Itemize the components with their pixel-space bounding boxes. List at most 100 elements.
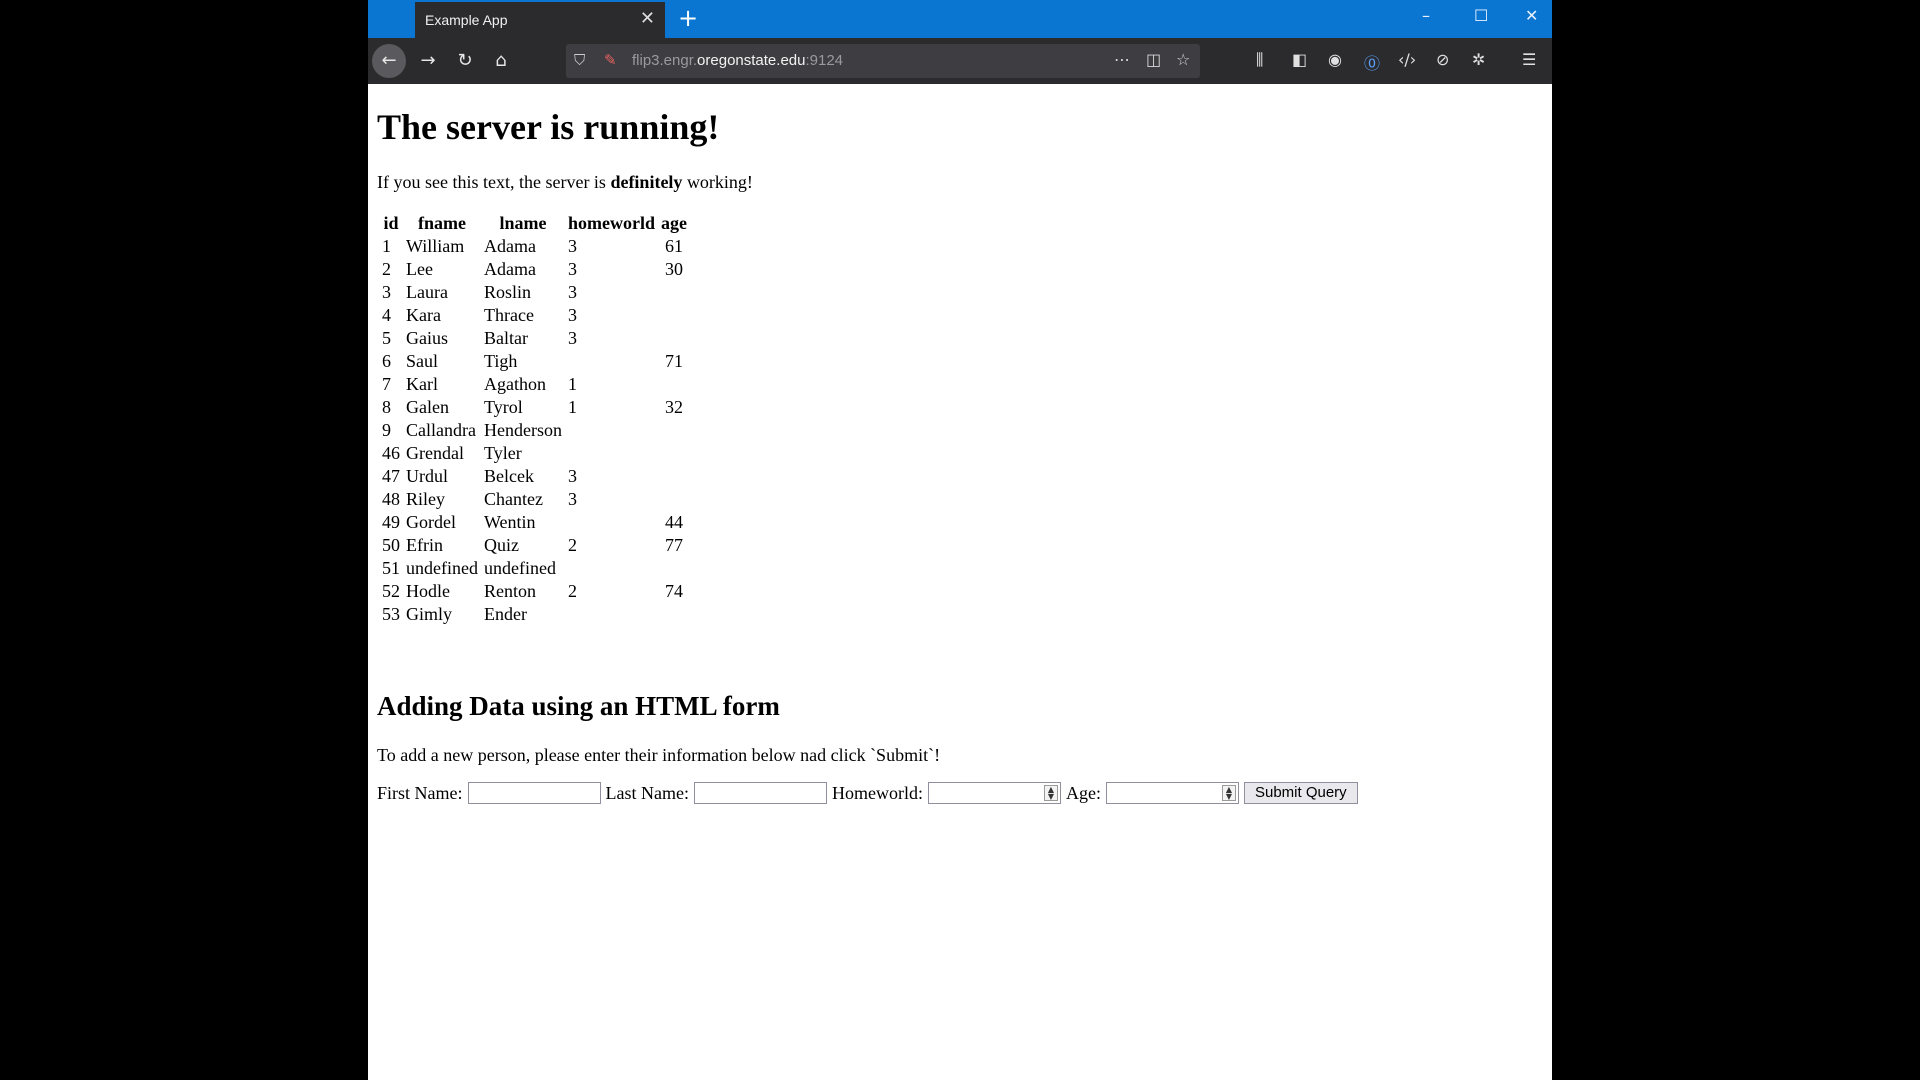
cell-fname: Urdul xyxy=(406,466,448,486)
arrow-right-icon[interactable]: → xyxy=(413,46,443,76)
cell-lname: Quiz xyxy=(483,535,519,555)
table-row: 51 undefined undefined xyxy=(380,558,689,579)
table-row: 53 Gimly Ender xyxy=(380,604,689,625)
table-row: 4 Kara Thrace 3 xyxy=(380,305,689,326)
cell-age xyxy=(659,420,689,441)
cell-fname: undefined xyxy=(406,558,478,578)
cell-id: 52 xyxy=(382,581,400,601)
minimize-icon[interactable]: – xyxy=(1422,6,1430,25)
cell-lname: Wentin xyxy=(483,512,536,532)
cell-lname: Belcek xyxy=(483,466,534,486)
arrow-left-icon[interactable]: ← xyxy=(372,44,406,78)
cell-lname: Roslin xyxy=(483,282,531,302)
age-number-input[interactable]: ▲ ▼ xyxy=(1105,782,1239,804)
cell-id: 51 xyxy=(382,558,400,578)
cell-lname: Thrace xyxy=(483,305,534,325)
submit-button[interactable]: Submit Query xyxy=(1243,782,1358,804)
browser-window: Example App ✕ + – ☐ ✕ ← → ↻ ⌂ ⛉ ✎ flip3.… xyxy=(368,0,1552,1080)
more-dots-icon[interactable]: ⋯ xyxy=(1114,50,1130,69)
new-tab-button[interactable]: + xyxy=(678,4,698,32)
cell-id: 3 xyxy=(382,282,391,302)
cell-homeworld xyxy=(566,443,657,464)
account-icon[interactable]: ◉ xyxy=(1328,50,1342,69)
table-row: 6 Saul Tigh 71 xyxy=(380,351,689,372)
cell-id: 47 xyxy=(382,466,400,486)
cell-age: 74 xyxy=(664,581,683,601)
navigation-toolbar: ← → ↻ ⌂ ⛉ ✎ flip3.engr.oregonstate.edu:9… xyxy=(368,38,1552,84)
cell-homeworld xyxy=(566,604,657,625)
reload-icon[interactable]: ↻ xyxy=(450,46,480,76)
cell-fname: Lee xyxy=(406,259,433,279)
homeworld-number-input[interactable]: ▲ ▼ xyxy=(927,782,1061,804)
cell-lname: Agathon xyxy=(483,374,546,394)
cell-age: 44 xyxy=(664,512,683,532)
cell-homeworld: 3 xyxy=(567,466,577,486)
table-row: 9 Callandra Henderson xyxy=(380,420,689,441)
extension-icon[interactable]: ⊘ xyxy=(1436,50,1449,69)
intro-emphasis: definitely xyxy=(610,172,683,192)
cell-age xyxy=(659,489,689,510)
homeworld-label: Homeworld: xyxy=(831,782,923,803)
cell-fname: Grendal xyxy=(406,443,464,463)
cell-age xyxy=(659,305,689,326)
cell-id: 50 xyxy=(382,535,400,555)
cell-homeworld: 3 xyxy=(567,305,577,325)
cell-homeworld: 3 xyxy=(567,259,577,279)
close-window-icon[interactable]: ✕ xyxy=(1525,6,1538,25)
column-header-age: age xyxy=(660,213,687,233)
cell-lname: Ender xyxy=(483,604,527,624)
cell-fname: Saul xyxy=(406,351,439,371)
cell-homeworld xyxy=(566,351,657,372)
cell-age: 77 xyxy=(664,535,683,555)
close-tab-icon[interactable]: ✕ xyxy=(640,8,655,29)
sidebar-icon[interactable]: ◧ xyxy=(1292,50,1307,69)
cell-fname: Kara xyxy=(406,305,441,325)
shield-icon[interactable]: ⛉ xyxy=(574,51,585,69)
url-text[interactable]: flip3.engr.oregonstate.edu:9124 xyxy=(632,52,843,69)
cell-homeworld xyxy=(566,512,657,533)
column-header-homeworld: homeworld xyxy=(567,213,655,233)
cell-age xyxy=(659,443,689,464)
table-row: 8 Galen Tyrol 1 32 xyxy=(380,397,689,418)
cell-id: 2 xyxy=(382,259,391,279)
library-icon[interactable]: ⫼ xyxy=(1256,50,1263,70)
table-row: 49 Gordel Wentin 44 xyxy=(380,512,689,533)
settings-gear-icon[interactable]: ✲ xyxy=(1472,50,1485,69)
password-manager-icon[interactable]: ⓪ xyxy=(1364,50,1380,74)
last-name-input[interactable] xyxy=(693,782,827,804)
first-name-label: First Name: xyxy=(377,782,463,803)
cell-id: 48 xyxy=(382,489,400,509)
cell-homeworld: 1 xyxy=(567,397,577,417)
hamburger-menu-icon[interactable]: ☰ xyxy=(1522,50,1536,69)
first-name-input[interactable] xyxy=(467,782,601,804)
home-icon[interactable]: ⌂ xyxy=(486,46,516,76)
table-row: 5 Gaius Baltar 3 xyxy=(380,328,689,349)
cell-fname: Hodle xyxy=(406,581,450,601)
add-person-form: First Name: Last Name: Homeworld: ▲ ▼ Age… xyxy=(377,782,1358,804)
cell-age xyxy=(659,558,689,579)
cell-id: 53 xyxy=(382,604,400,624)
star-icon[interactable]: ☆ xyxy=(1176,50,1190,69)
tab-strip: Example App ✕ + – ☐ ✕ xyxy=(368,0,1552,38)
url-bar[interactable]: ⛉ ✎ flip3.engr.oregonstate.edu:9124 ⋯ ◫ … xyxy=(566,44,1200,78)
cell-age: 30 xyxy=(664,259,683,279)
cell-age xyxy=(659,328,689,349)
maximize-icon[interactable]: ☐ xyxy=(1474,6,1488,25)
cell-homeworld xyxy=(566,558,657,579)
cell-age: 32 xyxy=(664,397,683,417)
cell-homeworld: 1 xyxy=(567,374,577,394)
table-row: 50 Efrin Quiz 2 77 xyxy=(380,535,689,556)
insecure-lock-icon[interactable]: ✎ xyxy=(604,51,617,69)
table-row: 3 Laura Roslin 3 xyxy=(380,282,689,303)
people-table: id fname lname homeworld age 1 William Ada… xyxy=(378,211,691,627)
cell-homeworld: 3 xyxy=(567,489,577,509)
spinner-arrows-icon[interactable]: ▲ ▼ xyxy=(1221,785,1236,801)
spinner-arrows-icon[interactable]: ▲ ▼ xyxy=(1043,785,1058,801)
devtools-icon[interactable]: ‹/› xyxy=(1398,50,1416,69)
tab-example-app[interactable]: Example App ✕ xyxy=(415,2,665,38)
cell-id: 8 xyxy=(382,397,391,417)
cell-id: 46 xyxy=(382,443,400,463)
cell-homeworld xyxy=(566,420,657,441)
cell-id: 9 xyxy=(382,420,391,440)
pocket-icon[interactable]: ◫ xyxy=(1146,50,1161,69)
